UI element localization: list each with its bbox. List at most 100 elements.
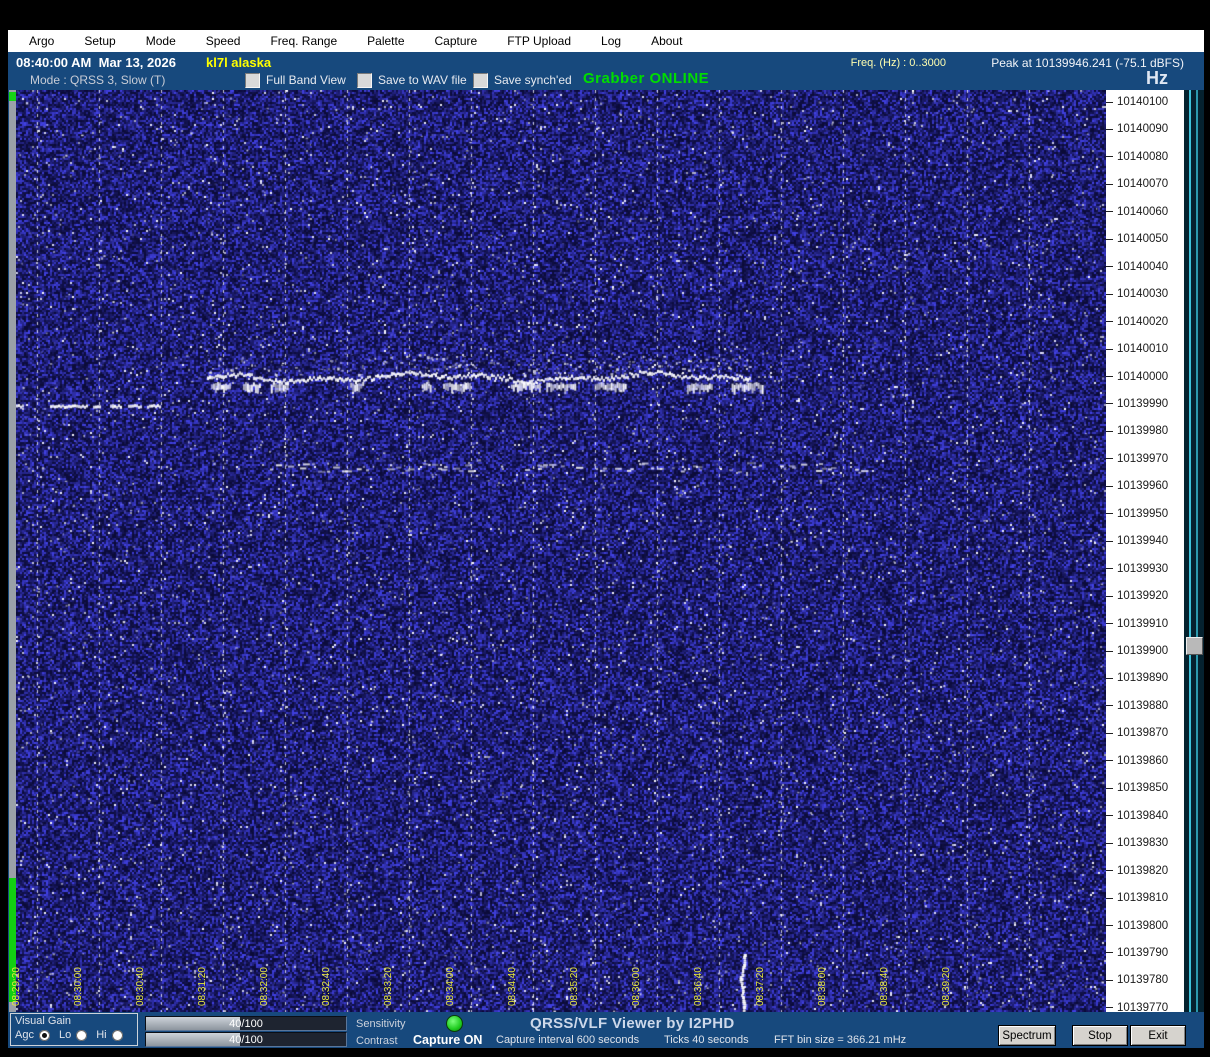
frequency-scrollbar[interactable] [1184,90,1204,1012]
callsign-label: kl7l alaska [206,55,272,70]
frequency-scale: 10140100 10140090 10140080 10140070 10140060… [1106,90,1184,1014]
stop-button[interactable]: Stop [1072,1025,1128,1046]
menu-item-argo[interactable]: Argo [14,34,69,48]
freq-value: 10139790 [1117,946,1169,959]
freq-tick [1106,348,1113,350]
spectrum-button[interactable]: Spectrum [998,1025,1056,1046]
freq-tick [1106,238,1113,240]
freq-value: 10139860 [1117,754,1169,767]
sensitivity-slider[interactable]: 40/100 [145,1016,347,1031]
freq-tick [1106,623,1113,625]
hz-unit-label: Hz [1146,68,1168,88]
exit-button[interactable]: Exit [1130,1025,1186,1046]
freq-value: 10140090 [1117,123,1169,136]
freq-value: 10139780 [1117,974,1169,987]
mode-readout: Mode : QRSS 3, Slow (T) [30,73,166,87]
freq-tick [1106,128,1113,130]
visual-gain-label: Visual Gain [15,1015,72,1027]
freq-scale-label: 10140060 [1106,205,1184,219]
freq-scale-label: 10140100 [1106,95,1184,109]
slider-value: 40/100 [229,1017,263,1030]
menu-item-log[interactable]: Log [586,34,636,48]
radio-hi[interactable] [111,1029,123,1041]
freq-scale-label: 10140000 [1106,370,1184,384]
freq-scale-label: 10140010 [1106,342,1184,356]
freq-range-readout: Freq. (Hz) : 0..3000 [850,57,946,69]
freq-tick [1106,842,1113,844]
scrollbar-handle[interactable] [1186,637,1203,655]
visual-gain-options: Agc Lo Hi [15,1029,132,1041]
radio-lo[interactable] [76,1029,88,1041]
radio-label: Lo [58,1029,72,1041]
freq-scale-label: 10140080 [1106,150,1184,164]
freq-scale-label: 10139870 [1106,726,1184,740]
menu-item-setup[interactable]: Setup [69,34,130,48]
contrast-slider[interactable]: 40/100 [145,1032,347,1047]
checkbox-group: Save synch'ed [473,72,572,88]
freq-tick [1106,376,1113,377]
freq-tick [1106,101,1113,103]
freq-tick [1106,540,1113,542]
checkbox-label: Save synch'ed [494,73,572,87]
freq-tick [1106,925,1113,926]
freq-scale-label: 10139970 [1106,452,1184,466]
menu-item-ftp-upload[interactable]: FTP Upload [492,34,586,48]
main-area: 08:29:20 08:30:00 08:30:40 08:31:20 08:32:00… [8,90,1204,1014]
freq-tick [1106,595,1113,597]
checkbox-group: Full Band View [245,72,346,88]
visual-gain-group: Visual Gain Agc Lo Hi [10,1013,138,1046]
radio-agc[interactable] [38,1029,50,1041]
capture-interval-label: Capture interval 600 seconds [496,1034,640,1046]
freq-value: 10140030 [1117,288,1169,301]
freq-scale-label: 10140020 [1106,315,1184,329]
progress-green-fill [9,878,16,1002]
waterfall-area: 08:29:20 08:30:00 08:30:40 08:31:20 08:32:00… [11,90,1106,1012]
freq-tick [1106,293,1113,295]
freq-tick [1106,183,1113,185]
menu-item-speed[interactable]: Speed [191,34,256,48]
freq-tick [1106,321,1113,323]
freq-scale-label: 10139800 [1106,919,1184,933]
menu-item-mode[interactable]: Mode [131,34,191,48]
bottom-control-bar: Visual Gain Agc Lo Hi 40/100 40/100 Sensit… [8,1012,1204,1048]
freq-scale-label: 10139930 [1106,562,1184,576]
freq-value: 10140060 [1117,205,1169,218]
freq-scale-label: 10139940 [1106,534,1184,548]
freq-scale-label: 10140090 [1106,122,1184,136]
checkbox-label: Save to WAV file [378,73,467,87]
menu-item-palette[interactable]: Palette [352,34,419,48]
header-panel: 08:40:00 AM Mar 13, 2026 kl7l alaska Fre… [8,52,1204,90]
freq-scale-label: 10139880 [1106,699,1184,713]
checkbox-full-band-view[interactable] [245,72,260,88]
freq-value: 10139840 [1117,809,1169,822]
freq-value: 10139910 [1117,617,1169,630]
menu-bar: Argo Setup Mode Speed Freq. Range Palette Capt… [8,30,1204,52]
freq-value: 10139800 [1117,919,1169,932]
waterfall-spectrogram[interactable] [16,90,1106,1012]
freq-value: 10139830 [1117,837,1169,850]
freq-value: 10139990 [1117,397,1169,410]
freq-scale-label: 10139810 [1106,891,1184,905]
menu-item-capture[interactable]: Capture [420,34,493,48]
freq-scale-label: 10139950 [1106,507,1184,521]
checkbox-save-synch-ed[interactable] [473,72,488,88]
freq-tick [1106,403,1113,405]
freq-value: 10139970 [1117,452,1169,465]
freq-tick [1106,952,1113,954]
freq-tick [1106,485,1113,487]
freq-tick [1106,897,1113,899]
menu-item-about[interactable]: About [636,34,697,48]
freq-value: 10139900 [1117,645,1169,657]
argo-window: Argo Setup Mode Speed Freq. Range Palette Capt… [8,30,1204,1048]
checkbox-save-to-wav-file[interactable] [357,72,372,88]
freq-value: 10139920 [1117,590,1169,603]
freq-scale-label: 10139830 [1106,836,1184,850]
freq-tick [1106,787,1113,789]
freq-scale-label: 10139980 [1106,424,1184,438]
freq-tick [1106,870,1113,872]
freq-value: 10140070 [1117,178,1169,191]
freq-scale-label: 10140070 [1106,177,1184,191]
menu-item-freq-range[interactable]: Freq. Range [255,34,352,48]
freq-tick [1106,211,1113,213]
capture-progress-strip [9,90,16,1012]
